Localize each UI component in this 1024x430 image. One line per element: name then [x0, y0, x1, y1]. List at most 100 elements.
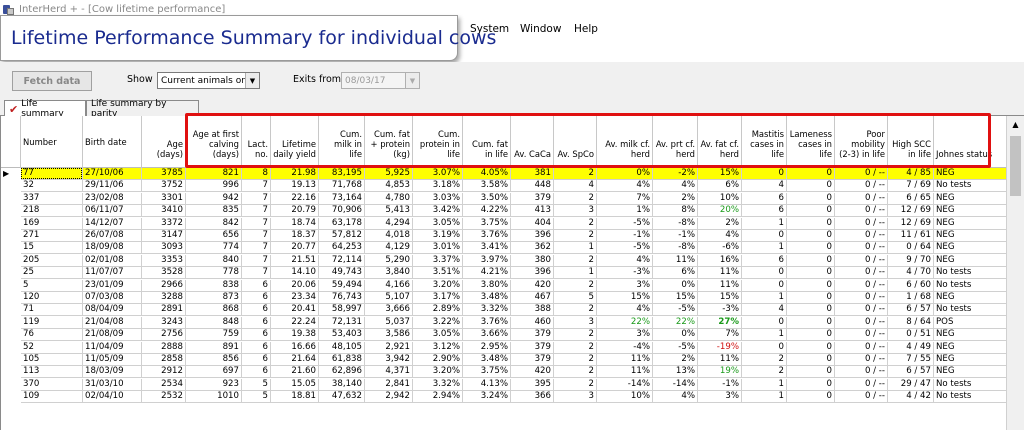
table-cell[interactable]: 71,768 — [319, 180, 365, 193]
table-cell[interactable]: 697 — [186, 366, 242, 379]
table-cell[interactable]: 76,743 — [319, 292, 365, 304]
table-row[interactable]: 218 06/11/07 3410 835 7 20.79 70,906 5,413 3.42%… — [1, 205, 1007, 218]
menu-window[interactable]: Window — [520, 23, 561, 35]
table-cell[interactable]: -1% — [653, 230, 698, 242]
table-cell[interactable]: 3.01% — [413, 242, 463, 255]
table-cell[interactable]: 3 — [554, 316, 597, 329]
table-cell[interactable]: No tests — [934, 180, 1007, 193]
table-cell[interactable]: 16.66 — [271, 341, 319, 354]
table-cell[interactable]: 6% — [698, 180, 742, 193]
table-cell[interactable]: 448 — [511, 180, 554, 193]
table-cell[interactable]: 3.32% — [413, 378, 463, 391]
column-header[interactable]: Lact. no. — [242, 116, 271, 168]
table-cell[interactable]: 10% — [597, 391, 653, 404]
table-cell[interactable]: 3372 — [142, 217, 186, 230]
table-cell[interactable]: 11 / 61 — [888, 230, 934, 242]
table-cell[interactable]: 57,812 — [319, 230, 365, 242]
table-cell[interactable]: 3.75% — [463, 217, 511, 230]
table-cell[interactable]: 4 — [554, 180, 597, 193]
table-cell[interactable]: 4,780 — [365, 192, 413, 205]
table-cell[interactable]: 0 — [787, 366, 835, 379]
table-cell[interactable]: 14/12/07 — [83, 217, 142, 230]
table-cell[interactable]: 0 — [787, 242, 835, 255]
table-cell[interactable]: 1 — [742, 242, 787, 255]
column-header[interactable]: Johnes status — [934, 116, 1007, 168]
table-cell[interactable]: 7 / 69 — [888, 180, 934, 193]
table-cell[interactable]: 0 — [787, 230, 835, 242]
table-cell[interactable]: 38,140 — [319, 378, 365, 391]
table-cell[interactable]: 7 — [242, 230, 271, 242]
table-cell[interactable]: 3 — [554, 391, 597, 404]
table-cell[interactable]: 5 — [554, 292, 597, 304]
table-cell[interactable]: 0 — [787, 192, 835, 205]
table-cell[interactable]: 3.03% — [413, 192, 463, 205]
table-cell[interactable]: 2 — [742, 354, 787, 366]
column-header[interactable]: Lameness cases in life — [787, 116, 835, 168]
table-cell[interactable]: 4% — [653, 391, 698, 404]
table-cell[interactable]: 169 — [21, 217, 83, 230]
table-cell[interactable]: NEG — [934, 329, 1007, 342]
table-cell[interactable]: 0 — [742, 341, 787, 354]
table-cell[interactable]: 11% — [698, 279, 742, 292]
table-cell[interactable]: -2% — [653, 168, 698, 180]
table-cell[interactable]: 2532 — [142, 391, 186, 404]
table-cell[interactable]: 6 / 57 — [888, 366, 934, 379]
table-cell[interactable]: 4% — [597, 180, 653, 193]
table-cell[interactable]: 2% — [653, 354, 698, 366]
table-cell[interactable]: 06/11/07 — [83, 205, 142, 218]
table-cell[interactable]: 3.50% — [463, 192, 511, 205]
table-cell[interactable]: 2 — [554, 304, 597, 317]
table-cell[interactable]: 62,896 — [319, 366, 365, 379]
table-cell[interactable]: -8% — [653, 242, 698, 255]
table-cell[interactable]: 23/02/08 — [83, 192, 142, 205]
table-cell[interactable]: 0 — [787, 292, 835, 304]
table-cell[interactable]: 2912 — [142, 366, 186, 379]
table-cell[interactable]: 942 — [186, 192, 242, 205]
table-cell[interactable]: 1 — [742, 292, 787, 304]
table-cell[interactable]: 19.38 — [271, 329, 319, 342]
table-cell[interactable]: 3.37% — [413, 254, 463, 267]
table-cell[interactable]: 0 — [787, 168, 835, 180]
table-cell[interactable]: 3.19% — [413, 230, 463, 242]
table-cell[interactable]: 0 — [787, 391, 835, 404]
table-cell[interactable]: 8 — [242, 168, 271, 180]
table-cell[interactable]: 0 — [787, 267, 835, 280]
table-cell[interactable]: 0 — [787, 341, 835, 354]
chevron-down-icon[interactable]: ▼ — [405, 73, 419, 88]
table-cell[interactable]: 3288 — [142, 292, 186, 304]
table-cell[interactable]: NEG — [934, 254, 1007, 267]
table-cell[interactable]: -1% — [698, 378, 742, 391]
table-cell[interactable]: 4.05% — [463, 168, 511, 180]
table-cell[interactable]: 3.48% — [463, 354, 511, 366]
table-cell[interactable]: 18.81 — [271, 391, 319, 404]
table-cell[interactable]: 2 — [554, 279, 597, 292]
table-cell[interactable]: 23.34 — [271, 292, 319, 304]
table-cell[interactable]: 3.76% — [463, 230, 511, 242]
table-cell[interactable]: 0 — [787, 279, 835, 292]
table-cell[interactable]: 6 — [242, 292, 271, 304]
column-header[interactable]: Mastitis cases in life — [742, 116, 787, 168]
table-cell[interactable]: 3.51% — [413, 267, 463, 280]
table-cell[interactable]: 64,253 — [319, 242, 365, 255]
table-cell[interactable]: 396 — [511, 230, 554, 242]
table-cell[interactable]: NEG — [934, 230, 1007, 242]
table-cell[interactable]: 379 — [511, 192, 554, 205]
table-row[interactable]: 32 29/11/06 3752 996 7 19.13 71,768 4,853 3.18% 3… — [1, 180, 1007, 193]
table-cell[interactable]: 19% — [698, 366, 742, 379]
table-cell[interactable]: 395 — [511, 378, 554, 391]
table-row[interactable]: 25 11/07/07 3528 778 7 14.10 49,743 3,840 3.51% 4… — [1, 267, 1007, 280]
table-cell[interactable]: 3.48% — [463, 292, 511, 304]
table-cell[interactable]: 5 — [21, 279, 83, 292]
column-header[interactable]: Poor mobility (2-3) in life — [835, 116, 888, 168]
table-cell[interactable]: 656 — [186, 230, 242, 242]
table-cell[interactable]: 22.24 — [271, 316, 319, 329]
table-cell[interactable]: 0 — [787, 254, 835, 267]
table-cell[interactable]: 3.66% — [463, 329, 511, 342]
table-cell[interactable]: 53,403 — [319, 329, 365, 342]
table-cell[interactable]: 2.94% — [413, 391, 463, 404]
lifetime-data-grid[interactable]: Number Birth date Age (days) Age at first c… — [0, 116, 1024, 430]
table-cell[interactable]: 996 — [186, 180, 242, 193]
table-cell[interactable]: 3.18% — [413, 180, 463, 193]
table-cell[interactable]: 7% — [597, 192, 653, 205]
table-cell[interactable]: 6 — [242, 341, 271, 354]
